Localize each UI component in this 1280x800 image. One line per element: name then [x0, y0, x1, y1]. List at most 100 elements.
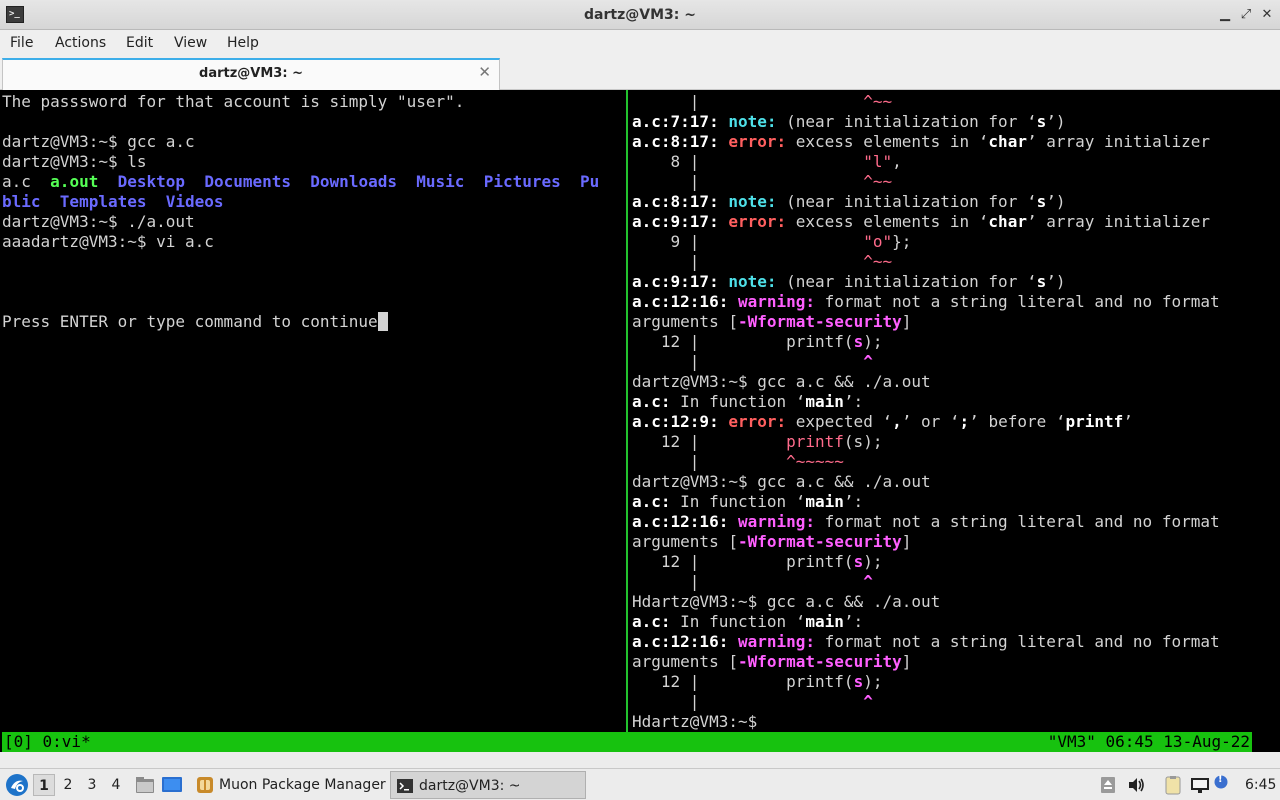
tray-updates[interactable] — [1098, 775, 1118, 795]
tab-close-icon[interactable]: ✕ — [478, 63, 491, 81]
taskbar: 1 2 3 4 Muon Package Manager dartz@VM3: … — [0, 768, 1280, 800]
show-desktop-button[interactable] — [160, 769, 184, 800]
terminal-line: | ^ — [632, 352, 1278, 372]
tray-volume[interactable] — [1126, 775, 1146, 795]
terminal-text: , — [892, 152, 902, 171]
terminal-text: | — [632, 572, 864, 591]
terminal-line: Hdartz@VM3:~$ gcc a.c && ./a.out — [632, 592, 1278, 612]
terminal-text: a.c:12:16: — [632, 512, 738, 531]
terminal-text: ^~~~~~ — [786, 452, 844, 471]
clipboard-icon — [1165, 776, 1181, 795]
terminal-text: error: — [728, 412, 787, 431]
terminal-text: | — [632, 692, 864, 711]
tmux-window-list[interactable]: [0] 0:vi* — [4, 732, 91, 752]
terminal-text: note: — [728, 192, 777, 211]
terminal-text: main — [805, 612, 844, 631]
terminal-text: | — [632, 352, 864, 371]
workspace-4[interactable]: 4 — [105, 774, 127, 796]
workspace-1[interactable]: 1 — [33, 774, 55, 796]
terminal-line: a.c: In function ‘main’: — [632, 392, 1278, 412]
terminal-text: warning: — [737, 512, 816, 531]
terminal-text: blic — [2, 192, 41, 211]
tab-label: dartz@VM3: ~ — [199, 66, 303, 81]
terminal-line: The passsword for that account is simply… — [2, 92, 624, 112]
application-menu-button[interactable] — [4, 769, 30, 800]
terminal-text: ^~~ — [863, 92, 893, 111]
menu-actions[interactable]: Actions — [55, 30, 106, 56]
left-pane-vi[interactable]: The passsword for that account is simply… — [2, 92, 624, 732]
terminal-text: note: — [728, 272, 777, 291]
terminal-text: printf — [1065, 412, 1124, 431]
terminal-text: a.c:8:17: — [632, 192, 729, 211]
terminal-line: 12 | printf(s); — [632, 332, 1278, 352]
terminal-line: a.c:12:16: warning: format not a string … — [632, 512, 1278, 532]
workspace-3[interactable]: 3 — [81, 774, 103, 796]
terminal-text: ’) — [1046, 192, 1066, 211]
terminal-line: 12 | printf(s); — [632, 672, 1278, 692]
task-terminal[interactable]: dartz@VM3: ~ — [390, 771, 586, 799]
tmux-status-right: "VM3" 06:45 13-Aug-22 — [1047, 732, 1250, 751]
tray-clipboard[interactable] — [1163, 775, 1183, 795]
menu-view[interactable]: View — [174, 30, 207, 56]
terminal-text: Documents — [204, 172, 292, 191]
task-muon-package-manager[interactable]: Muon Package Manager — [191, 771, 386, 799]
tab-strip: dartz@VM3: ~ ✕ — [0, 56, 1280, 90]
terminal-text: | — [632, 172, 864, 191]
terminal-text: printf — [786, 432, 844, 451]
terminal-text: arguments [ — [632, 532, 738, 551]
terminal-text: expected ‘ — [786, 412, 893, 431]
terminal-text: Pu — [580, 172, 600, 191]
terminal-text: a.out — [50, 172, 99, 191]
window-titlebar[interactable]: >_ dartz@VM3: ~ ▁ ⤢ ✕ — [0, 0, 1280, 30]
maximize-button[interactable]: ⤢ — [1237, 6, 1255, 24]
menu-bar: File Actions Edit View Help — [0, 30, 1280, 56]
menu-help[interactable]: Help — [227, 30, 259, 56]
terminal-line: arguments [-Wformat-security] — [632, 532, 1278, 552]
terminal-text: Desktop — [117, 172, 186, 191]
tmux-status-bar: [0] 0:vi* "VM3" 06:45 13-Aug-22 — [0, 732, 1280, 752]
terminal-line: | ^ — [632, 692, 1278, 712]
terminal-text: ] — [901, 532, 912, 551]
terminal-text: error: — [728, 212, 787, 231]
terminal-text: "l" — [863, 152, 893, 171]
terminal-area[interactable]: The passsword for that account is simply… — [0, 90, 1280, 732]
terminal-text: ’ or ‘ — [901, 412, 960, 431]
terminal-text: ); — [863, 332, 883, 351]
close-button[interactable]: ✕ — [1258, 6, 1276, 24]
terminal-text: In function ‘ — [670, 612, 806, 631]
right-pane-shell[interactable]: | ^~~ a.c:7:17: note: (near initializatio… — [632, 92, 1278, 732]
tray-network[interactable] — [1190, 775, 1210, 795]
menu-edit[interactable]: Edit — [126, 30, 153, 56]
terminal-line: 12 | printf(s); — [632, 432, 1278, 452]
window-bottom-border — [0, 752, 1280, 768]
terminal-text: Music — [416, 172, 465, 191]
file-manager-launcher[interactable] — [134, 769, 156, 800]
terminal-text: ^~~ — [863, 252, 893, 271]
clock[interactable]: 6:45 — [1245, 769, 1276, 800]
pane-divider[interactable] — [626, 90, 628, 732]
menu-file[interactable]: File — [10, 30, 33, 56]
terminal-text: -Wformat-security — [737, 532, 902, 551]
terminal-text: dartz@VM3:~$ ./a.out — [2, 212, 195, 231]
terminal-tab[interactable]: dartz@VM3: ~ ✕ — [2, 58, 500, 90]
terminal-text: a.c:9:17: — [632, 212, 729, 231]
minimize-button[interactable]: ▁ — [1216, 6, 1234, 24]
terminal-text: s — [853, 672, 864, 691]
terminal-line: aaadartz@VM3:~$ vi a.c — [2, 232, 624, 252]
terminal-text: 12 | printf( — [632, 552, 854, 571]
workspace-2[interactable]: 2 — [57, 774, 79, 796]
terminal-text: s — [853, 552, 864, 571]
terminal-text: a.c: — [632, 612, 671, 631]
terminal-line: dartz@VM3:~$ gcc a.c && ./a.out — [632, 472, 1278, 492]
lubuntu-logo-icon — [6, 774, 28, 796]
tray-notifications[interactable]: ! — [1214, 774, 1228, 795]
terminal-text: a.c:8:17: — [632, 132, 729, 151]
eject-icon — [1101, 777, 1115, 793]
terminal-line: blic Templates Videos — [2, 192, 624, 212]
terminal-line: a.c:7:17: note: (near initialization for… — [632, 112, 1278, 132]
